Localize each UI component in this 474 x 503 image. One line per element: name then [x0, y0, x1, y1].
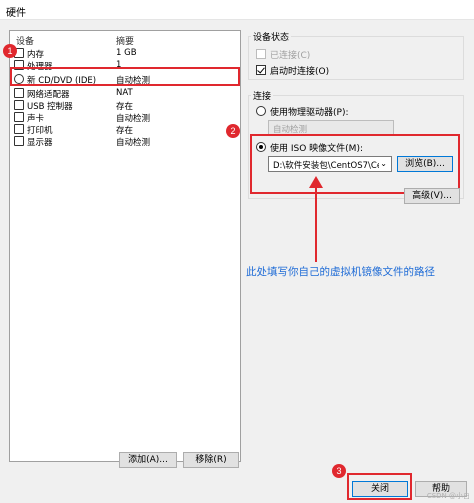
iso-file-radio[interactable]	[256, 142, 266, 152]
connect-on-start-checkbox[interactable]	[256, 65, 266, 75]
connect-on-start-label: 启动时连接(O)	[270, 67, 330, 77]
display-icon	[14, 136, 24, 146]
hardware-dialog: 设备 摘要 内存 1 GB 处理器 1 新 CD/DVD (IDE) 自动检测 …	[0, 20, 474, 503]
device-row-usb[interactable]: USB 控制器 存在	[10, 99, 240, 112]
printer-icon	[14, 124, 24, 134]
device-name: 显示器	[27, 138, 53, 148]
annotation-arrow	[309, 176, 323, 262]
annotation-box-1	[10, 67, 240, 86]
connection-title: 连接	[251, 89, 274, 102]
device-row-sound[interactable]: 声卡 自动检测	[10, 111, 240, 124]
annotation-note: 此处填写你自己的虚拟机镜像文件的路径	[246, 266, 435, 278]
network-icon	[14, 88, 24, 98]
physical-drive-radio[interactable]	[256, 106, 266, 116]
advanced-button[interactable]: 高级(V)...	[404, 188, 460, 204]
device-list-header: 设备 摘要	[10, 31, 240, 47]
watermark: CSDN @小白	[426, 492, 470, 500]
connected-checkbox[interactable]	[256, 49, 266, 59]
device-status-title: 设备状态	[251, 30, 292, 43]
device-row-printer[interactable]: 打印机 存在	[10, 123, 240, 136]
sound-icon	[14, 112, 24, 122]
usb-icon	[14, 100, 24, 110]
physical-drive-label: 使用物理驱动器(P):	[270, 108, 349, 118]
device-row-network[interactable]: 网络适配器 NAT	[10, 87, 240, 100]
remove-device-button[interactable]: 移除(R)	[183, 452, 239, 468]
connected-label: 已连接(C)	[270, 51, 311, 61]
iso-path-input[interactable]: D:\软件安装包\CentOS7\Cent ⌄	[268, 156, 392, 172]
column-header-device: 设备	[16, 37, 35, 47]
device-summary: 自动检测	[116, 138, 151, 148]
column-header-summary: 摘要	[116, 37, 135, 47]
device-row-memory[interactable]: 内存 1 GB	[10, 47, 240, 60]
device-summary: 1 GB	[116, 48, 137, 58]
annotation-badge-1: 1	[3, 44, 17, 58]
iso-path-value: D:\软件安装包\CentOS7\Cent	[273, 161, 379, 171]
annotation-badge-3: 3	[332, 464, 346, 478]
browse-button[interactable]: 浏览(B)...	[397, 156, 453, 172]
device-row-display[interactable]: 显示器 自动检测	[10, 135, 240, 148]
close-button[interactable]: 关闭	[352, 481, 408, 497]
add-device-button[interactable]: 添加(A)...	[119, 452, 177, 468]
device-list[interactable]: 设备 摘要 内存 1 GB 处理器 1 新 CD/DVD (IDE) 自动检测 …	[9, 30, 241, 462]
device-summary: NAT	[116, 88, 133, 98]
chevron-down-icon[interactable]: ⌄	[380, 159, 387, 168]
iso-file-label: 使用 ISO 映像文件(M):	[270, 144, 363, 154]
window-title: 硬件	[6, 8, 26, 19]
annotation-badge-2: 2	[226, 124, 240, 138]
title-bar: 硬件	[0, 0, 474, 20]
